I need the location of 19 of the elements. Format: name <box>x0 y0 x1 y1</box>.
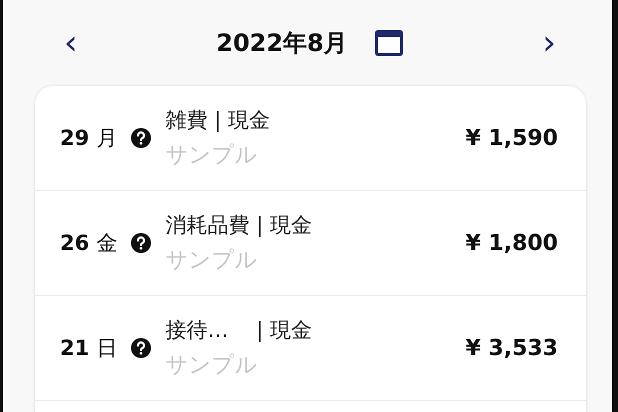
category-text: 雑費 | 現金 <box>166 107 271 134</box>
memo-text: サンプル <box>166 352 259 380</box>
help-icon[interactable] <box>130 337 152 359</box>
amount-text: ¥ 1,590 <box>465 126 558 150</box>
month-title: 2022年8月 <box>216 28 348 59</box>
calendar-icon[interactable] <box>374 29 404 57</box>
amount-text: ¥ 3,533 <box>465 336 558 360</box>
amount-text: ¥ 1,800 <box>465 230 558 256</box>
category-text: 接待… | 現金 <box>166 317 313 344</box>
previous-month-button[interactable]: ‹ <box>58 26 84 60</box>
entry-date: 29 月 <box>60 125 118 152</box>
entry-date: 26 金 <box>60 230 118 257</box>
next-month-button[interactable]: › <box>536 26 562 60</box>
category-text: 消耗品費 | 現金 <box>166 212 313 239</box>
memo-text: サンプル <box>166 142 259 170</box>
help-icon[interactable] <box>130 127 152 149</box>
entry-date: 21 日 <box>60 335 118 362</box>
memo-text: サンプル <box>166 247 259 275</box>
help-icon[interactable] <box>130 232 152 254</box>
